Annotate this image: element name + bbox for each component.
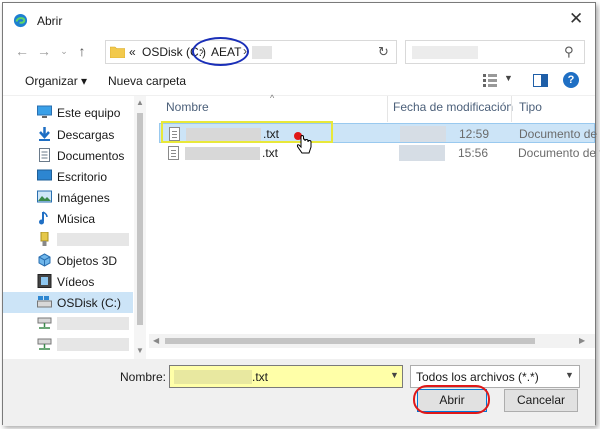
file-type: Documento de t: [518, 146, 600, 160]
usb-drive-icon: [40, 232, 49, 246]
annotation-oval-blue: [192, 37, 249, 66]
download-icon: [39, 127, 50, 141]
sidebar-item-label-redacted: [57, 233, 129, 246]
dialog-title: Abrir: [37, 14, 63, 28]
dialog-footer: Nombre: .txt ▼ Todos los archivos (*.*) …: [3, 359, 595, 426]
file-type-filter-value: Todos los archivos (*.*): [416, 370, 539, 384]
sidebar-item-label: Música: [57, 212, 96, 226]
desktop-icon: [37, 169, 52, 181]
sidebar-item-network-drive[interactable]: [3, 313, 133, 334]
sidebar-item-musica[interactable]: Música: [3, 208, 133, 229]
column-header-type[interactable]: Tipo: [519, 100, 542, 122]
file-name-input[interactable]: .txt ▼: [169, 365, 403, 388]
scrollbar-thumb[interactable]: [137, 113, 143, 325]
sidebar-item-este-equipo[interactable]: Este equipo: [3, 102, 133, 123]
arrow-left-icon[interactable]: ←: [13, 42, 31, 60]
file-name-label: Nombre:: [120, 370, 167, 384]
sidebar-item-label-redacted: [57, 338, 129, 351]
sidebar-item-network-drive[interactable]: [3, 334, 133, 355]
arrow-right-icon[interactable]: →: [35, 42, 53, 60]
disk-icon: [37, 296, 52, 308]
search-placeholder-redacted: [412, 46, 478, 59]
navigation-bar: ← → ⌄ ↑ « OSDisk (C:) › AEAT › ↻ ⚲: [3, 37, 595, 67]
sidebar-item-videos[interactable]: Vídeos: [3, 271, 133, 292]
documents-icon: [39, 148, 50, 162]
computer-icon: [37, 105, 52, 118]
refresh-icon[interactable]: ↻: [378, 44, 389, 60]
file-name-input-redacted: [174, 370, 252, 384]
sidebar-item-imagenes[interactable]: Imágenes: [3, 187, 133, 208]
sidebar-item-osdisk[interactable]: OSDisk (C:): [3, 292, 133, 313]
sort-ascending-icon: ^: [270, 93, 275, 103]
objects-3d-icon: [38, 253, 51, 267]
folder-icon: [110, 46, 125, 58]
view-options-icon[interactable]: [483, 74, 497, 87]
chevron-down-icon[interactable]: ⌄: [55, 42, 73, 60]
scroll-up-icon[interactable]: ▲: [136, 98, 144, 107]
file-date-redacted: [399, 145, 445, 161]
view-menu-caret-icon[interactable]: ▼: [504, 73, 513, 83]
chevron-down-icon[interactable]: ▼: [390, 370, 399, 380]
arrow-up-icon[interactable]: ↑: [73, 42, 91, 60]
network-drive-icon: [37, 338, 52, 350]
navigation-pane: Este equipo Descargas Documentos Escrito…: [3, 96, 146, 360]
edge-browser-icon: [13, 13, 28, 28]
hand-cursor-icon: [294, 132, 312, 154]
file-list-horizontal-scrollbar[interactable]: ◀ ▶: [149, 334, 595, 348]
sidebar-item-objetos-3d[interactable]: Objetos 3D: [3, 250, 133, 271]
sidebar-item-label: Escritorio: [57, 170, 108, 184]
command-toolbar: Organizar ▾ Nueva carpeta ▼ ?: [3, 67, 595, 95]
sidebar-item-label: Documentos: [57, 149, 125, 163]
file-name-input-extension: .txt: [252, 370, 269, 384]
file-type: Documento de t: [519, 127, 600, 141]
column-header-name[interactable]: Nombre: [166, 100, 209, 122]
chevron-down-icon[interactable]: ▼: [565, 370, 574, 380]
sidebar-item-documentos[interactable]: Documentos: [3, 145, 133, 166]
scroll-down-icon[interactable]: ▼: [136, 346, 144, 355]
file-time: 15:56: [458, 146, 489, 160]
file-name-redacted: [185, 147, 260, 160]
file-time: 12:59: [459, 127, 490, 141]
music-icon: [39, 211, 48, 225]
sidebar-item-label-redacted: [57, 317, 129, 330]
title-bar: Abrir ✕: [3, 3, 595, 37]
network-drive-icon: [37, 317, 52, 329]
sidebar-item-label: Imágenes: [57, 191, 110, 205]
file-row[interactable]: .txt 15:56 Documento de t: [159, 143, 600, 163]
sidebar-scrollbar[interactable]: ▲ ▼: [134, 96, 146, 360]
search-icon[interactable]: ⚲: [564, 44, 574, 60]
address-prefix[interactable]: «: [129, 45, 136, 59]
sidebar-item-label: Este equipo: [57, 106, 121, 120]
sidebar-item-descargas[interactable]: Descargas: [3, 124, 133, 145]
new-folder-button[interactable]: Nueva carpeta: [108, 74, 186, 88]
address-segment-redacted[interactable]: [252, 46, 272, 59]
sidebar-item-label: OSDisk (C:): [57, 296, 121, 310]
close-button[interactable]: ✕: [569, 10, 583, 27]
address-bar[interactable]: « OSDisk (C:) › AEAT › ↻: [105, 40, 397, 64]
organize-button[interactable]: Organizar ▾: [25, 74, 87, 88]
column-divider[interactable]: [387, 96, 388, 122]
preview-pane-icon[interactable]: [533, 74, 548, 87]
open-file-dialog: Abrir ✕ ← → ⌄ ↑ « OSDisk (C:) › AEAT › ↻…: [2, 2, 600, 426]
search-box[interactable]: ⚲: [405, 40, 585, 64]
column-divider[interactable]: [511, 96, 512, 122]
scroll-left-icon[interactable]: ◀: [153, 336, 159, 345]
sidebar-item-label: Descargas: [57, 128, 115, 142]
scroll-right-icon[interactable]: ▶: [579, 336, 585, 345]
file-name-extension: .txt: [262, 146, 279, 160]
pictures-icon: [37, 190, 52, 203]
column-header-date[interactable]: Fecha de modificación: [393, 100, 513, 122]
sidebar-item-label: Objetos 3D: [57, 254, 118, 268]
file-date-redacted: [400, 126, 446, 142]
annotation-pill-red: [413, 385, 490, 414]
sidebar-item-escritorio[interactable]: Escritorio: [3, 166, 133, 187]
sidebar-item-usb-drive[interactable]: [3, 229, 133, 250]
scrollbar-thumb[interactable]: [165, 338, 535, 344]
sidebar-item-label: Vídeos: [57, 275, 95, 289]
cancel-button[interactable]: Cancelar: [504, 389, 578, 412]
text-file-icon: [168, 146, 179, 160]
videos-icon: [37, 274, 52, 288]
help-icon[interactable]: ?: [563, 72, 579, 88]
